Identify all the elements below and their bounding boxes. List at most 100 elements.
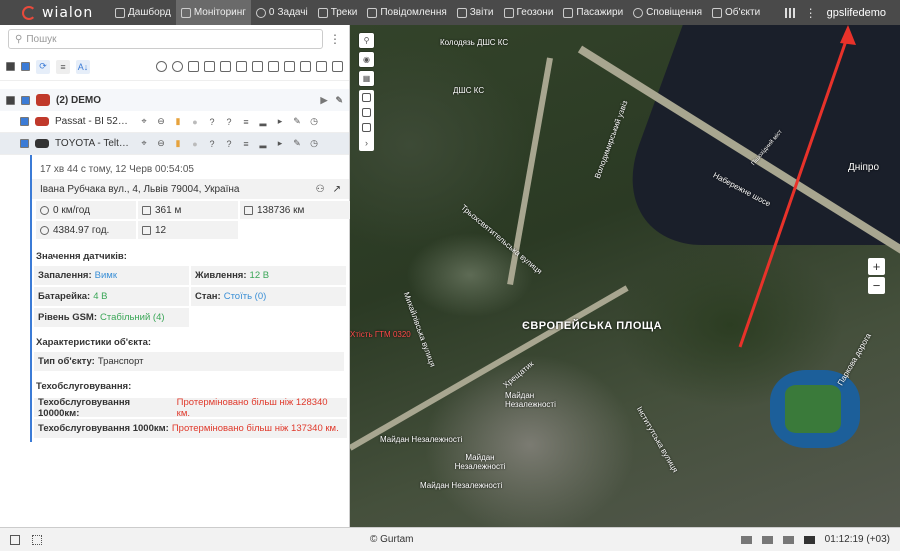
map-search-icon[interactable]: ⚲	[359, 33, 374, 48]
logo-icon	[22, 5, 36, 20]
object-type: Тип об'єкту: Транспорт	[34, 352, 344, 371]
move-icon[interactable]	[172, 61, 183, 72]
apps-grid-icon[interactable]	[32, 534, 42, 545]
ruler-icon[interactable]	[362, 93, 371, 102]
nav-monitoring[interactable]: Моніторинг	[175, 0, 251, 25]
locate-icon[interactable]: ⌖	[139, 116, 149, 127]
counter-icon[interactable]	[268, 61, 279, 72]
keyboard-icon[interactable]	[740, 535, 752, 544]
wrench-icon[interactable]: ✎	[292, 116, 302, 127]
chevron-right-icon[interactable]: ›	[365, 138, 368, 148]
group-checkbox[interactable]	[6, 95, 15, 105]
zoom-out-button[interactable]: −	[868, 277, 885, 294]
speed-icon	[40, 205, 49, 215]
sort-icon[interactable]: A↓	[76, 59, 90, 74]
unit-details: 17 хв 44 с тому, 12 Черв 00:54:05 Івана …	[30, 155, 350, 442]
unknown-icon: ?	[226, 116, 232, 127]
search-icon: ⚲	[15, 33, 23, 45]
nav-dashboard[interactable]: Дашборд	[110, 0, 176, 25]
clock-icon[interactable]: ◷	[309, 138, 319, 149]
satellite-icon[interactable]	[204, 61, 215, 72]
report-icon[interactable]	[300, 61, 311, 72]
tools-icon[interactable]	[316, 61, 327, 72]
nav-messages[interactable]: Повідомлення	[362, 0, 451, 25]
refresh-icon[interactable]: ⟳	[36, 59, 50, 74]
move-icon[interactable]: ⊖	[156, 116, 166, 127]
unit-row[interactable]: Passat - BI 520L ... ⌖ ⊖ ▮ ● ? ? ≡ ▂ ▸ ✎…	[0, 111, 349, 133]
unit-checkbox[interactable]	[20, 117, 29, 126]
units-toolbar: ⟳ ≡ A↓	[0, 53, 349, 81]
panel-toggle-icon[interactable]	[10, 534, 20, 545]
apps-grid-icon[interactable]	[784, 7, 795, 18]
speed-cell: 0 км/год	[36, 201, 136, 219]
play-icon[interactable]: ▶	[321, 95, 328, 106]
battery-icon	[803, 535, 815, 544]
driver-icon[interactable]	[220, 61, 231, 72]
wrench-icon[interactable]: ✎	[335, 95, 343, 106]
search-row: ⚲ Пошук ⋮	[0, 25, 349, 53]
car-icon	[712, 7, 723, 18]
nav-notifications[interactable]: Сповіщення	[628, 0, 707, 25]
satellite-map[interactable]: Колодязь ДШС КС ДШС КС Володимирський уз…	[350, 25, 900, 527]
copyright: © Gurtam	[370, 534, 414, 545]
layers-icon[interactable]: ▦	[359, 71, 374, 86]
chart-icon[interactable]: ▂	[258, 116, 268, 127]
visibility-checkbox[interactable]	[21, 62, 30, 71]
street-view-icon[interactable]: ⚇	[316, 184, 325, 195]
locate-icon[interactable]	[156, 61, 167, 72]
address-row: Івана Рубчака вул., 4, Львів 79004, Укра…	[32, 179, 349, 199]
altitude-icon	[142, 205, 151, 215]
nav-reports[interactable]: Звіти	[452, 0, 499, 25]
car-icon	[35, 139, 49, 148]
nav-units[interactable]: Об'єкти	[707, 0, 765, 25]
wialon-logo[interactable]: wialon	[0, 0, 110, 25]
image-icon[interactable]	[782, 535, 794, 544]
chart-icon[interactable]: ▂	[258, 138, 268, 149]
external-link-icon[interactable]: ↗	[333, 184, 341, 195]
username[interactable]: gpslifedemo	[827, 7, 886, 19]
clock-icon	[40, 225, 49, 235]
more-menu-icon[interactable]: ⋮	[805, 6, 817, 20]
eye-icon[interactable]: ◉	[359, 52, 374, 67]
select-all-checkbox[interactable]	[6, 62, 15, 71]
ignition-icon[interactable]	[236, 61, 247, 72]
satellites-cell: 12	[138, 221, 238, 239]
delete-icon[interactable]	[332, 61, 343, 72]
locate-icon[interactable]: ⌖	[139, 138, 149, 149]
unit-row[interactable]: TOYOTA - Teltoni... ⌖ ⊖ ▮ ● ? ? ≡ ▂ ▸ ✎ …	[0, 133, 349, 155]
status-dot-icon: ●	[192, 116, 198, 127]
play-icon[interactable]: ▸	[275, 116, 285, 127]
search-input[interactable]: ⚲ Пошук	[8, 29, 323, 49]
flag-icon	[317, 7, 328, 18]
counter-icon[interactable]: ≡	[241, 139, 251, 149]
nav-tracks[interactable]: Треки	[313, 0, 363, 25]
trailer-icon[interactable]	[252, 61, 263, 72]
move-icon[interactable]: ⊖	[156, 138, 166, 149]
connection-icon[interactable]	[188, 61, 199, 72]
route-icon[interactable]	[362, 108, 371, 117]
report-icon	[456, 7, 467, 18]
unknown-icon: ?	[209, 116, 215, 127]
counter-icon[interactable]: ≡	[241, 117, 251, 127]
nav-geofences[interactable]: Геозони	[499, 0, 559, 25]
play-icon[interactable]: ▸	[275, 138, 285, 149]
wrench-icon[interactable]: ✎	[292, 138, 302, 149]
command-icon[interactable]	[284, 61, 295, 72]
more-menu-icon[interactable]: ⋮	[329, 32, 341, 46]
maintenance-item: Техобслуговування 1000км: Протерміновано …	[34, 419, 347, 438]
list-icon[interactable]: ≡	[56, 59, 70, 74]
mail-icon[interactable]	[761, 535, 773, 544]
zoom-in-button[interactable]: +	[868, 258, 885, 275]
battery-icon: ▮	[175, 116, 181, 126]
status-dot-icon: ●	[192, 138, 198, 149]
unit-checkbox[interactable]	[20, 139, 29, 148]
group-visibility-checkbox[interactable]	[21, 95, 30, 105]
battery-icon: ▮	[175, 138, 181, 148]
nav-tasks[interactable]: 0 Задачі	[251, 0, 313, 25]
nav-passengers[interactable]: Пасажири	[558, 0, 628, 25]
unknown-icon: ?	[226, 138, 232, 149]
unit-group-row[interactable]: (2) DEMO ▶ ✎	[0, 89, 349, 111]
unit-metrics: 0 км/год 361 м 138736 км 4384.97 год. 12	[32, 199, 350, 241]
area-icon[interactable]	[362, 123, 371, 132]
clock-icon[interactable]: ◷	[309, 116, 319, 127]
